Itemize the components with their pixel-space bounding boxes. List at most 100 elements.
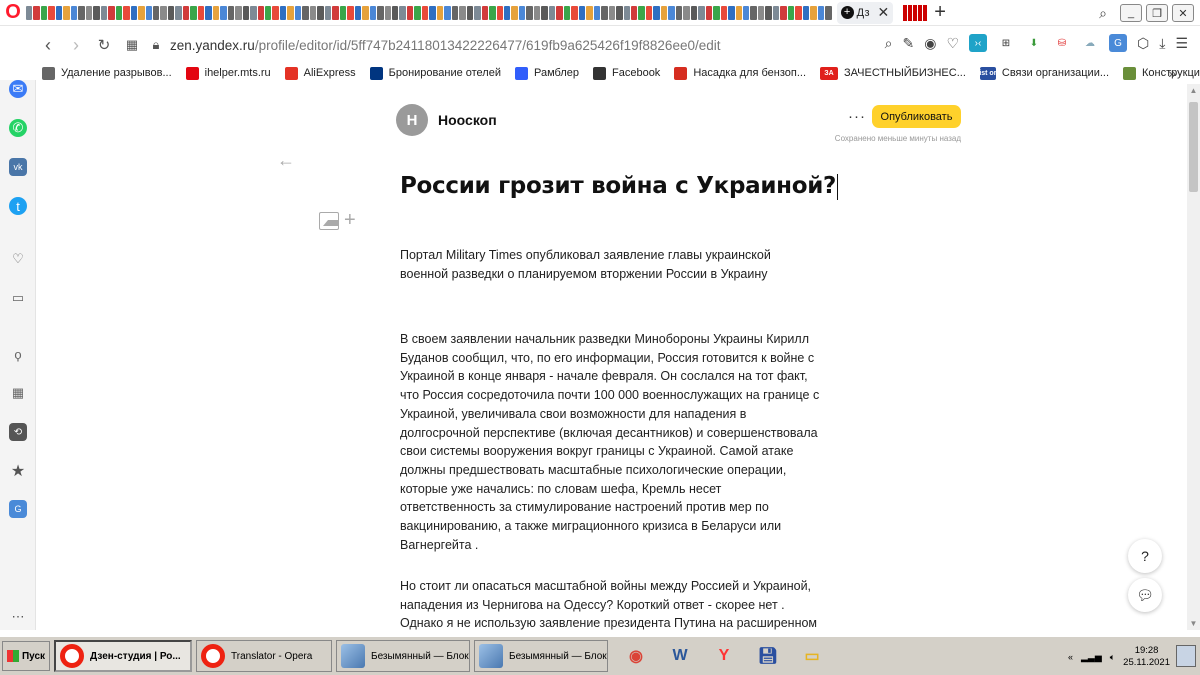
network-icon[interactable]: ▂▃▅ (1081, 652, 1102, 663)
tab-mini[interactable] (414, 5, 421, 20)
tab-active[interactable]: + Дз ✕ (836, 1, 894, 24)
lightbulb-icon[interactable]: ϙ (9, 345, 27, 363)
settings-icon[interactable]: ☰ (1175, 35, 1188, 52)
tab-mini[interactable] (825, 5, 832, 20)
close-tab-icon[interactable]: ✕ (877, 4, 889, 21)
tab-mini[interactable] (653, 5, 660, 20)
tab-mini[interactable] (152, 5, 160, 20)
tab-mini[interactable] (265, 5, 272, 20)
tab-mini[interactable] (713, 5, 720, 20)
speed-dial-icon[interactable]: ▦ (118, 37, 146, 53)
tab-mini[interactable] (810, 5, 817, 20)
cloud-extension-icon[interactable]: ☁ (1081, 34, 1099, 52)
back-arrow-icon[interactable]: ← (277, 150, 295, 171)
tab-mini[interactable] (690, 5, 698, 20)
tab-mini[interactable] (272, 5, 279, 20)
lock-icon[interactable]: 🔒︎ (146, 37, 166, 53)
tab-mini[interactable] (339, 5, 347, 20)
tab-mini[interactable] (548, 5, 556, 20)
tab-mini[interactable] (287, 5, 294, 20)
tab-mini[interactable] (571, 5, 578, 20)
tab-mini[interactable] (735, 5, 742, 20)
tab-mini[interactable] (115, 5, 123, 20)
publish-button[interactable]: Опубликовать (872, 105, 961, 128)
tab-mini[interactable] (294, 5, 302, 20)
bookmark-item[interactable]: Насадка для бензоп... (674, 66, 806, 80)
tab-mini[interactable] (436, 5, 444, 20)
heart-icon[interactable]: ♡ (946, 35, 959, 52)
clock[interactable]: 19:28 25.11.2021 (1123, 645, 1170, 669)
bookmark-item[interactable]: ЗА ЗАЧЕСТНЫЙБИЗНЕС... (820, 66, 966, 80)
tab-mini[interactable] (630, 5, 638, 20)
tab-mini[interactable] (608, 5, 616, 20)
tv-icon[interactable]: ▭ (9, 289, 27, 307)
tab-mini[interactable] (459, 5, 466, 20)
chat-icon[interactable]: 💬︎ (1128, 578, 1162, 612)
messenger-icon[interactable]: ✉ (9, 80, 27, 98)
channel-name[interactable]: Нооскоп (438, 112, 497, 128)
snapshot-icon[interactable]: ◉ (924, 35, 936, 52)
tab-mini[interactable] (377, 5, 384, 20)
taskbar-task[interactable]: Дзен-студия | Ро... (54, 640, 192, 672)
minimize-button[interactable]: _ (1120, 4, 1142, 22)
tab-mini[interactable] (638, 5, 645, 20)
whatsapp-icon[interactable]: ✆ (9, 119, 27, 137)
back-icon[interactable]: ‹ (34, 35, 62, 56)
tab-mini[interactable] (743, 5, 750, 20)
tab-mini[interactable] (63, 5, 70, 20)
tab-mini[interactable] (444, 5, 451, 20)
tab-mini[interactable] (384, 5, 391, 20)
article-title[interactable]: России грозит война с Украиной? (400, 173, 839, 200)
tab-mini[interactable] (795, 5, 802, 20)
taskbar-task[interactable]: Безымянный — Блок... (474, 640, 608, 672)
search-tabs-icon[interactable]: ⌕ (1090, 5, 1116, 22)
bookmark-item[interactable]: List org Связи организации... (975, 66, 1109, 80)
extension-icon[interactable]: ›‹ (969, 34, 987, 52)
translate-extension-icon[interactable]: G (1109, 34, 1127, 52)
tab-mini[interactable] (242, 5, 250, 20)
tab-mini[interactable] (332, 5, 339, 20)
tab-mini[interactable] (616, 5, 623, 20)
opera-menu-icon[interactable]: O (0, 0, 26, 26)
tab-mini[interactable] (496, 5, 503, 20)
tab-mini[interactable] (645, 5, 653, 20)
tab-mini[interactable] (698, 5, 705, 20)
add-block-icon[interactable]: + (344, 209, 356, 232)
word-icon[interactable]: W (664, 642, 696, 670)
more-bookmarks-icon[interactable]: » (1168, 65, 1176, 81)
tab-mini[interactable] (533, 5, 541, 20)
tab-mini[interactable] (391, 5, 399, 20)
tab-mini[interactable] (40, 5, 48, 20)
tab-mini[interactable] (220, 5, 227, 20)
new-tab-icon[interactable]: + (934, 1, 946, 24)
tab-mini[interactable] (518, 5, 526, 20)
chrome-icon[interactable]: ◉ (620, 642, 652, 670)
downloads-icon[interactable]: ⤓ (1159, 35, 1165, 52)
tab-mini[interactable] (675, 5, 683, 20)
tab-mini[interactable] (780, 5, 787, 20)
tab-mini[interactable] (511, 5, 518, 20)
edit-icon[interactable]: ✎ (902, 35, 914, 52)
tab-mini[interactable] (421, 5, 429, 20)
start-button[interactable]: Пуск (2, 641, 50, 671)
download-extension-icon[interactable]: ⬇ (1025, 34, 1043, 52)
tab-mini[interactable] (354, 5, 362, 20)
tab-mini[interactable] (324, 5, 332, 20)
tab-mini[interactable] (250, 5, 257, 20)
apps-icon[interactable]: ▦ (9, 384, 27, 402)
tab-mini[interactable] (787, 5, 795, 20)
star-icon[interactable]: ★ (9, 462, 27, 480)
tab-mini[interactable] (78, 5, 85, 20)
tab-mini[interactable] (167, 5, 175, 20)
tab-mini[interactable] (182, 5, 190, 20)
tab-mini[interactable] (586, 5, 593, 20)
tab-mini[interactable] (526, 5, 533, 20)
tab-mini[interactable] (728, 5, 735, 20)
history-icon[interactable]: ⟲ (9, 423, 27, 441)
tab-mini[interactable] (369, 5, 377, 20)
tab-mini[interactable] (660, 5, 668, 20)
tab-mini[interactable] (578, 5, 586, 20)
tab-mini[interactable] (541, 5, 548, 20)
tab-mini[interactable] (317, 5, 324, 20)
insert-image-icon[interactable] (319, 212, 339, 230)
